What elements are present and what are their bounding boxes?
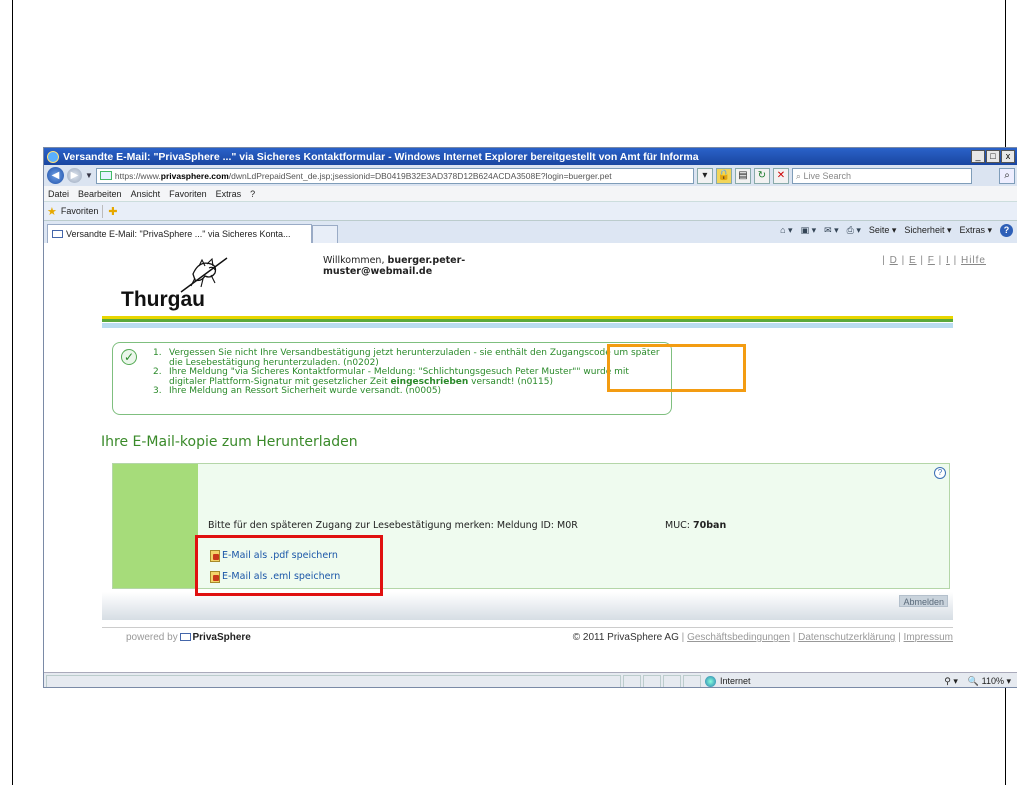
logout-button[interactable]: Abmelden bbox=[899, 595, 948, 607]
thurgau-logo: Thurgau bbox=[121, 254, 256, 314]
menu-item-help[interactable]: ? bbox=[250, 189, 255, 199]
lang-de-link[interactable]: D bbox=[890, 255, 898, 266]
new-tab-button[interactable] bbox=[312, 225, 338, 243]
copyright: © 2011 PrivaSphere AG bbox=[572, 632, 679, 643]
help-link[interactable]: Hilfe bbox=[961, 255, 986, 266]
menu-item-extras[interactable]: Extras bbox=[216, 189, 242, 199]
globe-icon bbox=[705, 675, 716, 687]
logo-text: Thurgau bbox=[121, 288, 205, 311]
favorites-bar: ★ Favoriten ✚ bbox=[44, 202, 1017, 221]
print-icon[interactable]: ⎙ ▾ bbox=[847, 225, 861, 236]
feeds-icon[interactable]: ▣ ▾ bbox=[801, 225, 817, 236]
menu-item-bearbeiten[interactable]: Bearbeiten bbox=[78, 189, 122, 199]
powered-by: powered by PrivaSphere bbox=[126, 632, 251, 643]
muc-highlight-box bbox=[607, 344, 746, 392]
stop-icon[interactable]: ✕ bbox=[772, 167, 789, 184]
protected-mode-icon[interactable]: ⚲ ▾ bbox=[944, 676, 958, 687]
extras-menu[interactable]: Extras ▾ bbox=[959, 225, 992, 236]
muc-code: MUC: 70ban bbox=[665, 520, 727, 531]
status-message: 3. Ihre Meldung an Ressort Sicherheit wur… bbox=[153, 386, 442, 396]
menu-item-ansicht[interactable]: Ansicht bbox=[131, 189, 161, 199]
tab-bar: Versandte E-Mail: "PrivaSphere ..." via … bbox=[44, 221, 1017, 243]
status-message: 1. Vergessen Sie nicht Ihre Versandbestät… bbox=[153, 348, 660, 368]
page-menu[interactable]: Seite ▾ bbox=[869, 225, 897, 236]
favorites-button[interactable]: Favoriten bbox=[61, 206, 99, 216]
back-button[interactable]: ◀ bbox=[47, 167, 64, 184]
section-title: Ihre E-Mail-kopie zum Herunterladen bbox=[101, 434, 358, 450]
status-messages-box: ✓ 1. Vergessen Sie nicht Ihre Versandbest… bbox=[112, 342, 672, 415]
address-row: ◀ ▶ ▼ https://www.privasphere.com/dwnLdP… bbox=[44, 165, 1017, 186]
history-dropdown[interactable]: ▼ bbox=[85, 171, 93, 180]
close-window-button[interactable]: x bbox=[1001, 150, 1015, 163]
site-icon bbox=[99, 171, 112, 180]
browser-window: Versandte E-Mail: "PrivaSphere ..." via … bbox=[43, 147, 1017, 688]
mail-icon[interactable]: ✉ ▾ bbox=[824, 225, 839, 236]
refresh-icon[interactable]: ↻ bbox=[753, 167, 770, 184]
tab-current[interactable]: Versandte E-Mail: "PrivaSphere ..." via … bbox=[47, 224, 312, 243]
status-message: 2. Ihre Meldung "via Sicheres Kontaktform… bbox=[153, 367, 629, 387]
menu-item-favoriten[interactable]: Favoriten bbox=[169, 189, 207, 199]
language-links: | D | E | F | I | Hilfe bbox=[882, 255, 986, 266]
terms-link[interactable]: Geschäftsbedingungen bbox=[687, 632, 790, 643]
zoom-level[interactable]: 🔍 110% ▾ bbox=[968, 676, 1011, 687]
address-bar[interactable]: https://www.privasphere.com/dwnLdPrepaid… bbox=[95, 167, 694, 184]
safety-menu[interactable]: Sicherheit ▾ bbox=[904, 225, 951, 236]
download-links-highlight-box bbox=[195, 535, 383, 596]
username: buerger.peter- bbox=[387, 255, 466, 266]
maximize-button[interactable]: □ bbox=[986, 150, 1000, 163]
welcome-message: Willkommen, buerger.peter- muster@webmai… bbox=[323, 255, 466, 277]
address-dropdown[interactable]: ▾ bbox=[696, 167, 713, 184]
security-zone[interactable]: Internet bbox=[705, 675, 819, 687]
footer-links: © 2011 PrivaSphere AG | Geschäftsbedingu… bbox=[572, 632, 953, 643]
page-footer: powered by PrivaSphere © 2011 PrivaSpher… bbox=[102, 627, 953, 643]
username-cont: muster@webmail.de bbox=[323, 266, 433, 277]
checkmark-icon: ✓ bbox=[121, 349, 137, 365]
footer-band: Abmelden bbox=[102, 592, 953, 620]
search-input[interactable]: ⌕ Live Search bbox=[791, 167, 972, 184]
minimize-button[interactable]: _ bbox=[971, 150, 985, 163]
lang-it-link[interactable]: I bbox=[946, 255, 950, 266]
status-message-list: 1. Vergessen Sie nicht Ihre Versandbestät… bbox=[153, 348, 663, 397]
search-button[interactable]: ⌕ bbox=[999, 167, 1015, 184]
url-scheme: https://www. bbox=[114, 170, 161, 181]
menu-bar: Datei Bearbeiten Ansicht Favoriten Extra… bbox=[44, 186, 1017, 202]
muc-value: 70ban bbox=[693, 520, 727, 531]
command-bar: ⌂ ▾ ▣ ▾ ✉ ▾ ⎙ ▾ Seite ▾ Sicherheit ▾ Ext… bbox=[780, 224, 1013, 237]
privasphere-logo-icon bbox=[180, 633, 192, 642]
panel-help-icon[interactable]: ? bbox=[934, 467, 946, 479]
forward-button[interactable]: ▶ bbox=[67, 168, 82, 183]
lock-icon[interactable]: 🔒 bbox=[715, 167, 732, 184]
download-panel-sidebar bbox=[113, 464, 198, 588]
status-bar: Internet ⚲ ▾ 🔍 110% ▾ bbox=[44, 672, 1017, 687]
privacy-link[interactable]: Datenschutzerklärung bbox=[798, 632, 895, 643]
remember-note: Bitte für den späteren Zugang zur Lesebe… bbox=[208, 520, 578, 531]
compat-view-icon[interactable]: ▤ bbox=[734, 167, 751, 184]
page-viewport: Thurgau Willkommen, buerger.peter- muste… bbox=[44, 243, 1017, 672]
lang-en-link[interactable]: E bbox=[909, 255, 917, 266]
window-title: Versandte E-Mail: "PrivaSphere ..." via … bbox=[63, 150, 699, 163]
lang-fr-link[interactable]: F bbox=[928, 255, 935, 266]
favorites-star-icon[interactable]: ★ bbox=[47, 205, 57, 218]
url-host: privasphere.com bbox=[160, 170, 229, 181]
url-path: /dwnLdPrepaidSent_de.jsp;jsessionid=DB04… bbox=[228, 170, 612, 181]
tab-label: Versandte E-Mail: "PrivaSphere ..." via … bbox=[66, 228, 291, 239]
help-icon[interactable]: ? bbox=[1000, 224, 1013, 237]
home-icon[interactable]: ⌂ ▾ bbox=[780, 225, 792, 236]
status-text-cell bbox=[46, 674, 621, 687]
tab-page-icon bbox=[52, 230, 63, 238]
ie-logo-icon bbox=[47, 150, 59, 163]
header-stripes bbox=[102, 316, 953, 328]
imprint-link[interactable]: Impressum bbox=[904, 632, 953, 643]
title-bar: Versandte E-Mail: "PrivaSphere ..." via … bbox=[44, 148, 1017, 165]
add-favorite-icon[interactable]: ✚ bbox=[102, 204, 118, 218]
menu-item-datei[interactable]: Datei bbox=[48, 189, 69, 199]
